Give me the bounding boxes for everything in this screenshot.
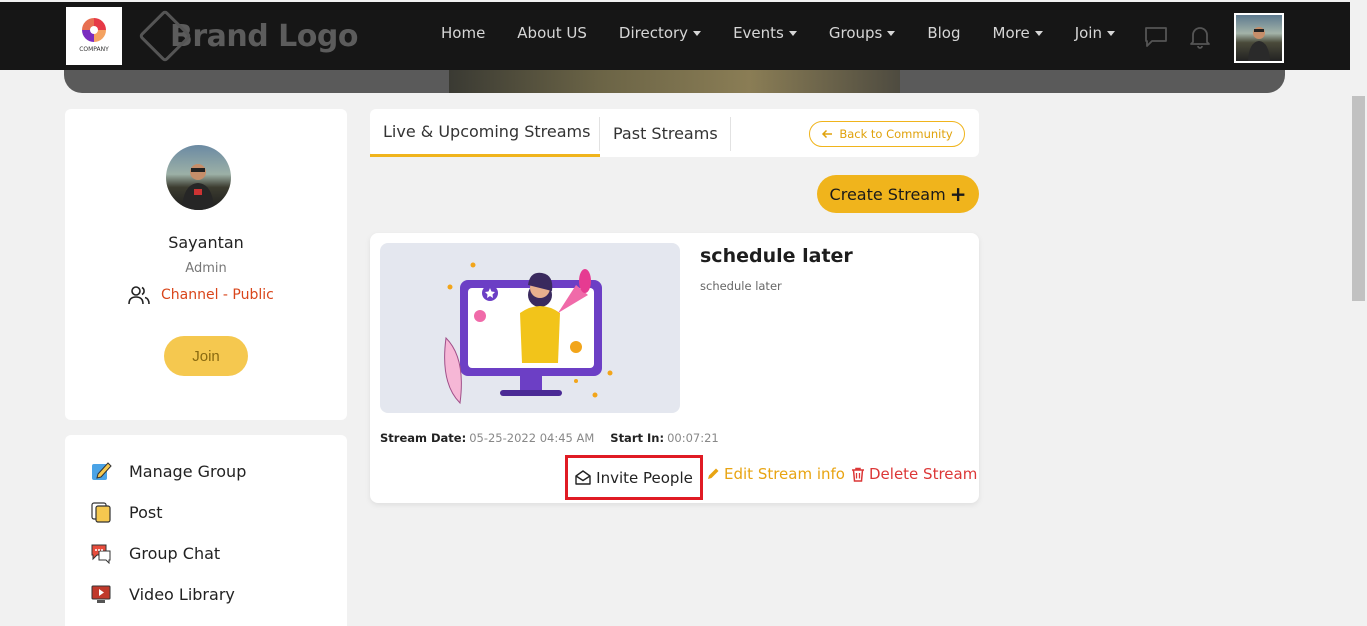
nav-events[interactable]: Events (733, 24, 797, 42)
tab-divider (730, 117, 731, 151)
video-library-icon (90, 583, 112, 605)
profile-avatar[interactable] (166, 145, 231, 210)
nav-blog[interactable]: Blog (927, 24, 960, 42)
company-logo[interactable]: COMPANY (66, 7, 122, 65)
stream-tabs: Live & Upcoming Streams Past Streams Bac… (370, 109, 979, 157)
nav-more[interactable]: More (993, 24, 1043, 42)
post-icon (90, 501, 112, 523)
edit-icon (90, 460, 112, 482)
brand-logo-text: Brand Logo (170, 18, 359, 54)
join-button[interactable]: Join (164, 336, 248, 376)
page-scrollbar[interactable] (1350, 0, 1367, 626)
users-icon (128, 286, 150, 305)
stream-description: schedule later (700, 279, 782, 293)
bell-icon[interactable] (1189, 25, 1211, 49)
chat-icon[interactable] (1144, 26, 1168, 48)
group-menu: Manage Group Post Group Chat Video Libra… (65, 435, 347, 626)
trash-icon (852, 467, 864, 482)
envelope-open-icon (575, 470, 591, 485)
nav-directory[interactable]: Directory (619, 24, 702, 42)
user-avatar[interactable] (1234, 13, 1284, 63)
create-stream-button[interactable]: Create Stream + (817, 175, 979, 213)
avatar-photo (1236, 15, 1282, 61)
menu-item-manage-group[interactable]: Manage Group (90, 460, 246, 482)
stream-card: schedule later schedule later Stream Dat… (370, 233, 979, 503)
tab-live-upcoming-streams[interactable]: Live & Upcoming Streams (370, 109, 600, 157)
announcement-illustration (444, 262, 613, 405)
caret-down-icon (1106, 30, 1115, 36)
tab-divider (599, 117, 600, 151)
delete-stream-button[interactable]: Delete Stream (851, 465, 977, 483)
group-banner (64, 70, 1285, 93)
arrow-left-icon (822, 129, 833, 139)
stream-meta: Stream Date: 05-25-2022 04:45 AM Start I… (380, 431, 719, 445)
scrollbar-thumb[interactable] (1352, 96, 1365, 301)
profile-card: Sayantan Admin Channel - Public Join (65, 109, 347, 420)
menu-item-video-library[interactable]: Video Library (90, 583, 235, 605)
stream-title: schedule later (700, 245, 853, 267)
brand-logo[interactable]: Brand Logo (138, 9, 359, 63)
profile-role: Admin (185, 261, 227, 276)
svg-text:COMPANY: COMPANY (79, 46, 109, 53)
channel-label: Channel - Public (161, 287, 274, 303)
brand-diamond-icon (138, 9, 192, 63)
caret-down-icon (693, 30, 702, 36)
tab-past-streams[interactable]: Past Streams (613, 109, 718, 157)
caret-down-icon (887, 30, 896, 36)
top-navbar: COMPANY Brand Logo Home About US Directo… (0, 2, 1350, 70)
nav-groups[interactable]: Groups (829, 24, 896, 42)
banner-image (449, 70, 900, 93)
chat-bubble-icon (90, 542, 112, 564)
caret-down-icon (1034, 30, 1043, 36)
nav-join[interactable]: Join (1075, 24, 1115, 42)
nav-about-us[interactable]: About US (517, 24, 587, 42)
main-nav: Home About US Directory Events Groups Bl… (441, 24, 1147, 42)
back-to-community-button[interactable]: Back to Community (809, 121, 965, 147)
start-in-value: 00:07:21 (667, 431, 719, 445)
menu-item-post[interactable]: Post (90, 501, 162, 523)
caret-down-icon (788, 30, 797, 36)
stream-date-value: 05-25-2022 04:45 AM (469, 431, 595, 445)
stream-thumbnail[interactable] (380, 243, 680, 413)
profile-name: Sayantan (168, 233, 244, 252)
invite-people-button[interactable]: Invite People (565, 455, 703, 500)
edit-stream-info-button[interactable]: Edit Stream info (706, 465, 845, 483)
channel-visibility: Channel - Public (127, 285, 274, 305)
plus-icon: + (949, 182, 967, 206)
company-logo-icon: COMPANY (79, 18, 109, 53)
nav-home[interactable]: Home (441, 24, 485, 42)
start-in-label: Start In: (610, 431, 665, 445)
menu-item-group-chat[interactable]: Group Chat (90, 542, 220, 564)
stream-date-label: Stream Date: (380, 431, 467, 445)
pencil-icon (708, 468, 719, 479)
